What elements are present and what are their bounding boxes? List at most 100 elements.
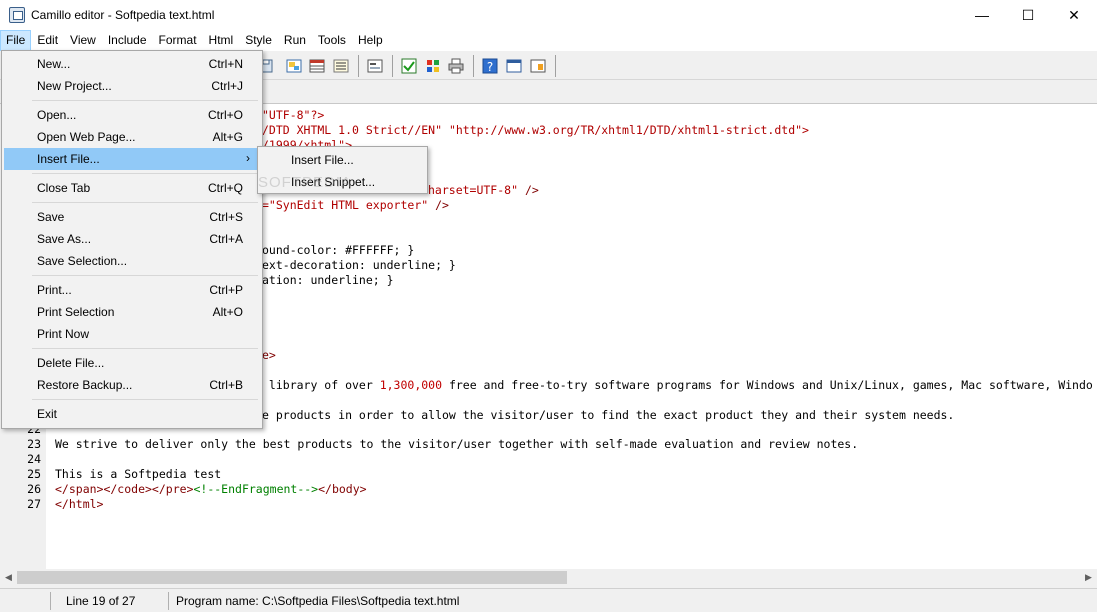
code-line: library of over 1,300,000 free and free-… (262, 378, 1093, 392)
menu-item-shortcut: Alt+O (212, 305, 243, 319)
line-number: 26 (27, 482, 41, 496)
menu-separator (32, 100, 258, 101)
menu-item-print-selection[interactable]: Print Selection Alt+O (4, 301, 260, 323)
code-line: ="SynEdit HTML exporter" /> (262, 198, 449, 212)
menu-style[interactable]: Style (239, 30, 278, 51)
code-line: "UTF-8"?> (262, 108, 324, 122)
menu-run[interactable]: Run (278, 30, 312, 51)
menu-item-label: Insert File... (37, 152, 100, 166)
code-line: We strive to deliver only the best produ… (55, 437, 858, 451)
preview-icon[interactable] (529, 57, 547, 75)
menu-item-print-now[interactable]: Print Now (4, 323, 260, 345)
code-text: This is a Softpedia test (55, 467, 222, 481)
menu-file[interactable]: File (0, 30, 32, 51)
form-icon[interactable] (366, 57, 384, 75)
print-icon[interactable] (447, 57, 465, 75)
menu-item-shortcut: Ctrl+O (207, 108, 243, 122)
menu-item-label: Insert File... (291, 153, 354, 167)
menu-item-label: Open Web Page... (37, 130, 136, 144)
code-line: ation: underline; } (262, 273, 394, 287)
code-text: ation: underline; } (262, 273, 394, 287)
code-string: /DTD XHTML 1.0 Strict//EN" (262, 123, 449, 137)
menu-edit[interactable]: Edit (31, 30, 64, 51)
toolbar-separator (358, 55, 359, 77)
menu-item-new[interactable]: New... Ctrl+N (4, 53, 260, 75)
menu-separator (32, 275, 258, 276)
close-button[interactable]: ✕ (1051, 0, 1097, 30)
window-title: Camillo editor - Softpedia text.html (31, 8, 215, 22)
list-icon[interactable] (332, 57, 350, 75)
line-number: 27 (27, 497, 41, 511)
image-icon[interactable] (285, 57, 303, 75)
menu-include[interactable]: Include (102, 30, 153, 51)
code-string: ="SynEdit HTML exporter" (262, 198, 429, 212)
scroll-left-icon[interactable]: ◀ (0, 569, 17, 586)
code-line: </span></code></pre><!--EndFragment--></… (55, 482, 367, 496)
menu-item-label: Delete File... (37, 356, 105, 370)
menu-item-open[interactable]: Open... Ctrl+O (4, 104, 260, 126)
menu-item-open-web-page[interactable]: Open Web Page... Alt+G (4, 126, 260, 148)
menu-item-close-tab[interactable]: Close Tab Ctrl+Q (4, 177, 260, 199)
code-number: 1,300,000 (379, 378, 443, 392)
menu-item-delete-file[interactable]: Delete File... (4, 352, 260, 374)
menu-help[interactable]: Help (352, 30, 389, 51)
code-text: free and free-to-try software programs f… (442, 378, 1093, 392)
code-tag: </html> (55, 497, 104, 511)
app-icon[interactable] (9, 7, 25, 23)
code-line: </html> (55, 497, 103, 511)
table-icon[interactable] (308, 57, 326, 75)
status-line-info: Line 19 of 27 (66, 594, 136, 608)
maximize-button[interactable]: ☐ (1005, 0, 1051, 30)
menu-separator (32, 399, 258, 400)
code-text: ound-color: #FFFFFF; } (262, 243, 415, 257)
toolbar-separator (473, 55, 474, 77)
code-tag: </body> (318, 482, 367, 496)
menu-item-label: New Project... (37, 79, 112, 93)
menu-format[interactable]: Format (153, 30, 203, 51)
watermark-text: SOFTPEDIA (258, 174, 353, 191)
code-comment: <!--EndFragment--> (193, 482, 319, 496)
menu-separator (32, 202, 258, 203)
menu-bar: File Edit View Include Format Html Style… (0, 30, 1097, 51)
line-number: 25 (27, 467, 41, 481)
line-number: 24 (27, 452, 41, 466)
camillo-editor-window: Camillo editor - Softpedia text.html — ☐… (0, 0, 1097, 612)
code-line: /DTD XHTML 1.0 Strict//EN" "http://www.w… (262, 123, 809, 137)
menu-item-new-project[interactable]: New Project... Ctrl+J (4, 75, 260, 97)
menu-item-print[interactable]: Print... Ctrl+P (4, 279, 260, 301)
menu-item-save[interactable]: Save Ctrl+S (4, 206, 260, 228)
file-menu-dropdown: New... Ctrl+N New Project... Ctrl+J Open..… (1, 50, 263, 429)
menu-item-save-as[interactable]: Save As... Ctrl+A (4, 228, 260, 250)
window-icon[interactable] (505, 57, 523, 75)
menu-item-shortcut: Ctrl+P (209, 283, 243, 297)
menu-tools[interactable]: Tools (312, 30, 352, 51)
menu-item-insert-file[interactable]: Insert File... › (4, 148, 260, 170)
menu-item-label: Print Selection (37, 305, 115, 319)
code-line: e> (262, 348, 276, 362)
menu-item-save-selection[interactable]: Save Selection... (4, 250, 260, 272)
menu-item-shortcut: Ctrl+B (209, 378, 243, 392)
submenu-arrow-icon: › (246, 151, 250, 165)
menu-item-exit[interactable]: Exit (4, 403, 260, 425)
code-text: library of over (262, 378, 380, 392)
menu-view[interactable]: View (64, 30, 102, 51)
scrollbar-thumb[interactable] (17, 571, 567, 584)
menu-item-shortcut: Ctrl+Q (207, 181, 243, 195)
menu-item-label: Print Now (37, 327, 90, 341)
horizontal-scrollbar[interactable]: ◀ ▶ (0, 569, 1097, 586)
status-divider (168, 592, 169, 610)
scroll-right-icon[interactable]: ▶ (1080, 569, 1097, 586)
menu-item-shortcut: Alt+G (212, 130, 243, 144)
code-string: harset=UTF-8" (428, 183, 519, 197)
svg-text:?: ? (487, 60, 493, 74)
validate-check-icon[interactable] (400, 57, 418, 75)
minimize-button[interactable]: — (959, 0, 1005, 30)
menu-item-restore-backup[interactable]: Restore Backup... Ctrl+B (4, 374, 260, 396)
code-line: ound-color: #FFFFFF; } (262, 243, 414, 257)
submenu-item-insert-file[interactable]: Insert File... (260, 149, 425, 171)
menu-item-shortcut: Ctrl+S (209, 210, 243, 224)
help-icon[interactable]: ? (481, 57, 499, 75)
menu-html[interactable]: Html (203, 30, 240, 51)
toolbar-separator (392, 55, 393, 77)
color-palette-icon[interactable] (424, 57, 442, 75)
